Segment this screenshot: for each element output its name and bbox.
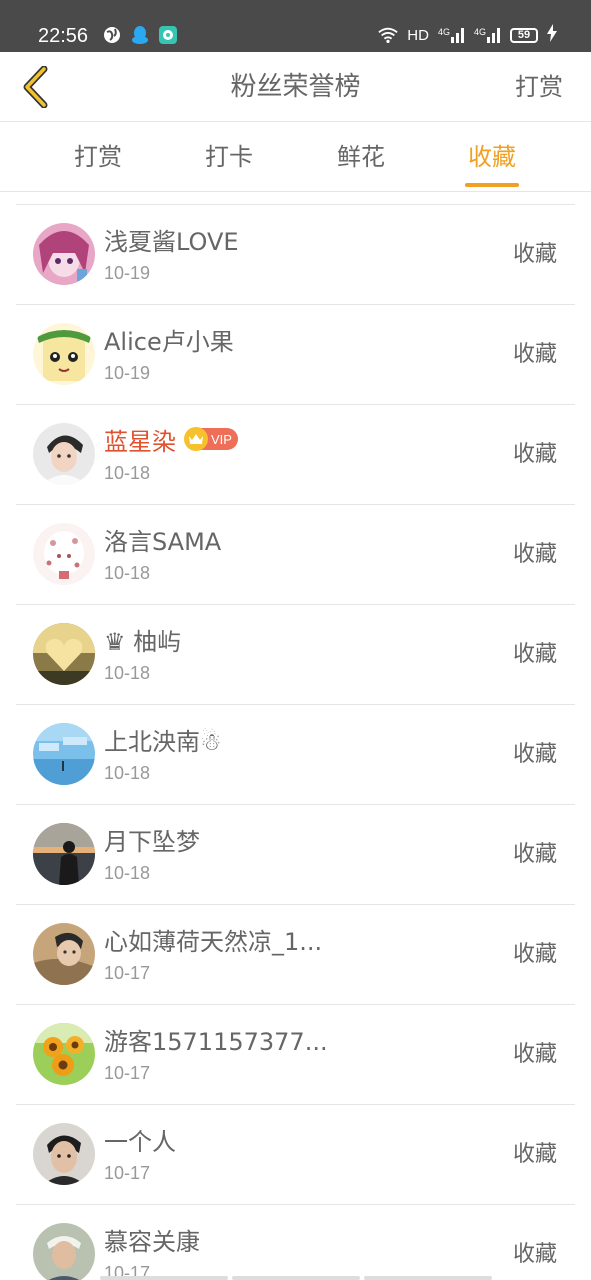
signal-label: 4G <box>437 27 450 37</box>
fan-date: 10-18 <box>104 763 151 783</box>
back-button[interactable] <box>12 64 58 110</box>
status-time: 22:56 <box>38 25 89 47</box>
list-item[interactable]: 心如薄荷天然凉_1... 10-17 收藏 <box>16 905 575 1005</box>
list-item[interactable]: 上北泱南☃ 10-18 收藏 <box>16 705 575 805</box>
avatar[interactable] <box>33 423 95 485</box>
list-item[interactable]: 月下坠梦 10-18 收藏 <box>16 805 575 905</box>
fan-date: 10-18 <box>104 863 151 883</box>
fan-name: 洛言SAMA <box>104 527 222 556</box>
avatar[interactable] <box>33 923 95 985</box>
avatar[interactable] <box>33 223 95 285</box>
tab-favorites[interactable]: 收藏 <box>427 122 557 192</box>
fan-name: Alice卢小果 <box>104 327 234 356</box>
qq-penguin-icon <box>130 25 150 45</box>
fan-date: 10-17 <box>104 1063 151 1083</box>
vip-badge: VIP <box>184 427 238 451</box>
list-item[interactable]: Alice卢小果 10-19 收藏 <box>16 305 575 405</box>
fan-action-label: 收藏 <box>512 1042 557 1067</box>
network-label: HD <box>407 26 429 44</box>
fan-name: 浅夏酱LOVE <box>104 227 239 256</box>
fan-list[interactable]: 浅夏酱LOVE 10-19 收藏 Alice卢小果 10-19 收藏 蓝星染 V… <box>0 192 591 1280</box>
signal-icon: 4G <box>474 27 501 43</box>
status-bar: 22:56 HD 4G 4G 59 <box>0 0 591 52</box>
list-item[interactable]: 蓝星染 VIP 10-18 收藏 <box>16 405 575 505</box>
list-item[interactable]: 洛言SAMA 10-18 收藏 <box>16 505 575 605</box>
fan-name: 月下坠梦 <box>104 827 200 856</box>
signal-label: 4G <box>473 27 486 37</box>
tab-reward[interactable]: 打赏 <box>33 122 163 192</box>
avatar[interactable] <box>33 1223 95 1280</box>
crown-icon <box>184 427 208 451</box>
fan-action-label: 收藏 <box>512 442 557 467</box>
fan-name: 慕容关康 <box>104 1227 200 1256</box>
avatar[interactable] <box>33 323 95 385</box>
chat-app-icon <box>158 25 178 45</box>
fan-action-label: 收藏 <box>512 1142 557 1167</box>
tab-checkin[interactable]: 打卡 <box>164 122 294 192</box>
fan-action-label: 收藏 <box>512 942 557 967</box>
status-icons-left <box>102 25 178 45</box>
globe-icon <box>102 25 122 45</box>
battery-indicator: 59 <box>510 27 538 43</box>
list-item[interactable]: 游客1571157377... 10-17 收藏 <box>16 1005 575 1105</box>
tab-label: 打卡 <box>205 143 253 171</box>
reward-button[interactable]: 打赏 <box>515 52 563 122</box>
fan-action-label: 收藏 <box>512 1242 557 1267</box>
fan-date: 10-18 <box>104 563 151 583</box>
nav-bar: 粉丝荣誉榜 打赏 <box>0 52 591 122</box>
fan-name: 游客1571157377... <box>104 1027 328 1056</box>
list-item[interactable]: 一个人 10-17 收藏 <box>16 1105 575 1205</box>
fan-action-label: 收藏 <box>512 742 557 767</box>
fan-name: 上北泱南☃ <box>104 727 222 756</box>
tab-label: 收藏 <box>468 143 516 171</box>
tab-label: 打赏 <box>74 143 122 171</box>
avatar[interactable] <box>33 823 95 885</box>
fan-action-label: 收藏 <box>512 642 557 667</box>
tab-label: 鲜花 <box>337 143 385 171</box>
list-item[interactable]: 浅夏酱LOVE 10-19 收藏 <box>16 205 575 305</box>
fan-action-label: 收藏 <box>512 342 557 367</box>
signal-icon: 4G <box>438 27 465 43</box>
list-item[interactable]: 慕容关康 10-17 收藏 <box>16 1205 575 1280</box>
fan-date: 10-19 <box>104 263 151 283</box>
status-icons-right: HD 4G 4G 59 <box>378 24 557 46</box>
fan-date: 10-18 <box>104 463 151 483</box>
tab-flowers[interactable]: 鲜花 <box>296 122 426 192</box>
wifi-icon <box>378 25 398 45</box>
fan-name: 一个人 <box>104 1127 176 1156</box>
avatar[interactable] <box>33 1123 95 1185</box>
fan-date: 10-18 <box>104 663 151 683</box>
list-item[interactable]: ♛ 柚屿 10-18 收藏 <box>16 605 575 705</box>
fan-name: ♛ 柚屿 <box>104 627 182 656</box>
fan-date: 10-17 <box>104 1163 151 1183</box>
active-tab-indicator <box>465 183 519 187</box>
vip-label: VIP <box>211 431 232 447</box>
fan-action-label: 收藏 <box>512 542 557 567</box>
avatar[interactable] <box>33 1023 95 1085</box>
fan-name: 心如薄荷天然凉_1... <box>104 927 323 956</box>
fan-date: 10-19 <box>104 363 151 383</box>
fan-action-label: 收藏 <box>512 842 557 867</box>
tab-bar: 打赏 打卡 鲜花 收藏 <box>0 122 591 192</box>
fan-action-label: 收藏 <box>512 242 557 267</box>
charging-icon <box>547 24 557 46</box>
avatar[interactable] <box>33 723 95 785</box>
chevron-left-icon <box>23 66 48 108</box>
avatar[interactable] <box>33 523 95 585</box>
fan-date: 10-17 <box>104 963 151 983</box>
fan-name: 蓝星染 <box>104 427 176 456</box>
page-title: 粉丝荣誉榜 <box>230 72 361 102</box>
avatar[interactable] <box>33 623 95 685</box>
scroll-indicator <box>100 1276 492 1280</box>
